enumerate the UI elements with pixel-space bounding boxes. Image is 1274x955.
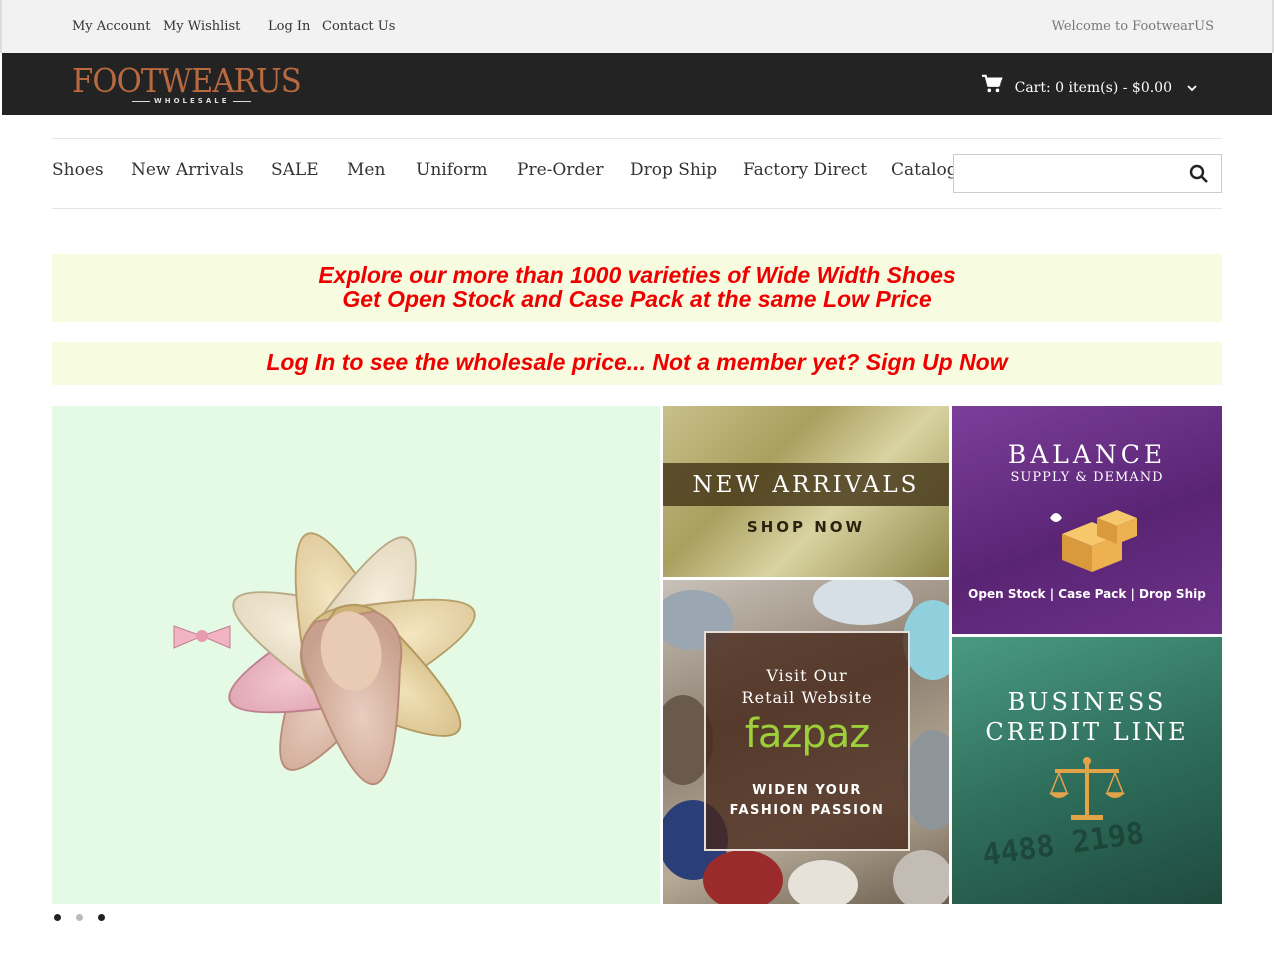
logo-subtitle: WHOLESALE — [128, 97, 255, 105]
login-signup-text: Log In to see the wholesale price... Not… — [266, 349, 1008, 375]
hero-slide-image[interactable] — [52, 406, 660, 904]
fazpaz-promo-box: Visit Our Retail Website fazpaz WIDEN YOU… — [704, 631, 910, 851]
search-input[interactable] — [954, 155, 1174, 192]
balance-supply-demand-tile[interactable]: BALANCE SUPPLY & DEMAND Open Stock | Cas… — [952, 406, 1222, 634]
nav-item-uniform[interactable]: Uniform — [416, 160, 488, 180]
site-header: FOOTWEARUS WHOLESALE Cart: 0 item(s) - $… — [2, 53, 1272, 115]
log-in-link[interactable]: Log In — [268, 19, 310, 34]
carousel-dot-3[interactable] — [98, 914, 105, 921]
visit-retail-text: Visit Our Retail Website — [741, 666, 873, 707]
nav-item-sale[interactable]: SALE — [271, 160, 319, 180]
site-logo[interactable]: FOOTWEARUS WHOLESALE — [72, 61, 312, 109]
boxes-icon — [1050, 510, 1137, 572]
nav-bottom-divider — [52, 208, 1222, 209]
chevron-down-icon — [1187, 85, 1197, 92]
promo-line-2: Get Open Stock and Case Pack at the same… — [342, 286, 932, 312]
fazpaz-retail-tile[interactable]: Visit Our Retail Website fazpaz WIDEN YOU… — [663, 580, 949, 904]
search-box — [953, 154, 1222, 193]
cart-button[interactable]: Cart: 0 item(s) - $0.00 — [981, 74, 1198, 98]
cart-summary: Cart: 0 item(s) - $0.00 — [1014, 80, 1172, 96]
wide-width-promo-banner[interactable]: Explore our more than 1000 varieties of … — [52, 254, 1222, 322]
balance-subtitle: SUPPLY & DEMAND — [1010, 470, 1164, 485]
logo-wordmark: FOOTWEARUS — [72, 61, 302, 100]
search-icon[interactable] — [1189, 164, 1209, 184]
nav-item-shoes[interactable]: Shoes — [52, 160, 104, 180]
new-arrivals-tile[interactable]: NEW ARRIVALS SHOP NOW — [663, 406, 949, 577]
nav-item-pre-order[interactable]: Pre-Order — [517, 160, 604, 180]
welcome-message: Welcome to FootwearUS — [1051, 19, 1214, 34]
nav-item-men[interactable]: Men — [347, 160, 385, 180]
shoes-ring-image — [173, 532, 476, 786]
contact-us-link[interactable]: Contact Us — [322, 19, 395, 34]
balance-title: BALANCE — [1007, 440, 1167, 469]
my-wishlist-link[interactable]: My Wishlist — [163, 19, 240, 34]
cart-icon — [981, 74, 1003, 93]
business-credit-title: BUSINESS CREDIT LINE — [985, 688, 1189, 746]
fazpaz-logo: fazpaz — [744, 711, 871, 757]
login-signup-banner[interactable]: Log In to see the wholesale price... Not… — [52, 342, 1222, 385]
balance-footer: Open Stock | Case Pack | Drop Ship — [968, 587, 1206, 601]
shop-now-label: SHOP NOW — [746, 518, 866, 536]
promo-line-1: Explore our more than 1000 varieties of … — [318, 262, 956, 288]
scale-of-justice-icon — [1049, 757, 1125, 820]
top-utility-bar: My Account My Wishlist Log In Contact Us… — [0, 0, 1274, 53]
nav-item-catalog[interactable]: Catalog — [891, 160, 958, 180]
new-arrivals-title: NEW ARRIVALS — [692, 472, 920, 498]
fazpaz-tagline: WIDEN YOUR FASHION PASSION — [729, 783, 885, 818]
my-account-link[interactable]: My Account — [72, 19, 151, 34]
business-credit-line-tile[interactable]: BUSINESS CREDIT LINE 4488 2198 — [952, 637, 1222, 904]
nav-item-drop-ship[interactable]: Drop Ship — [630, 160, 717, 180]
nav-top-divider — [52, 138, 1222, 139]
carousel-dot-1[interactable] — [54, 914, 61, 921]
nav-item-new-arrivals[interactable]: New Arrivals — [131, 160, 244, 180]
carousel-dot-2[interactable] — [76, 914, 83, 921]
nav-item-factory-direct[interactable]: Factory Direct — [743, 160, 867, 180]
